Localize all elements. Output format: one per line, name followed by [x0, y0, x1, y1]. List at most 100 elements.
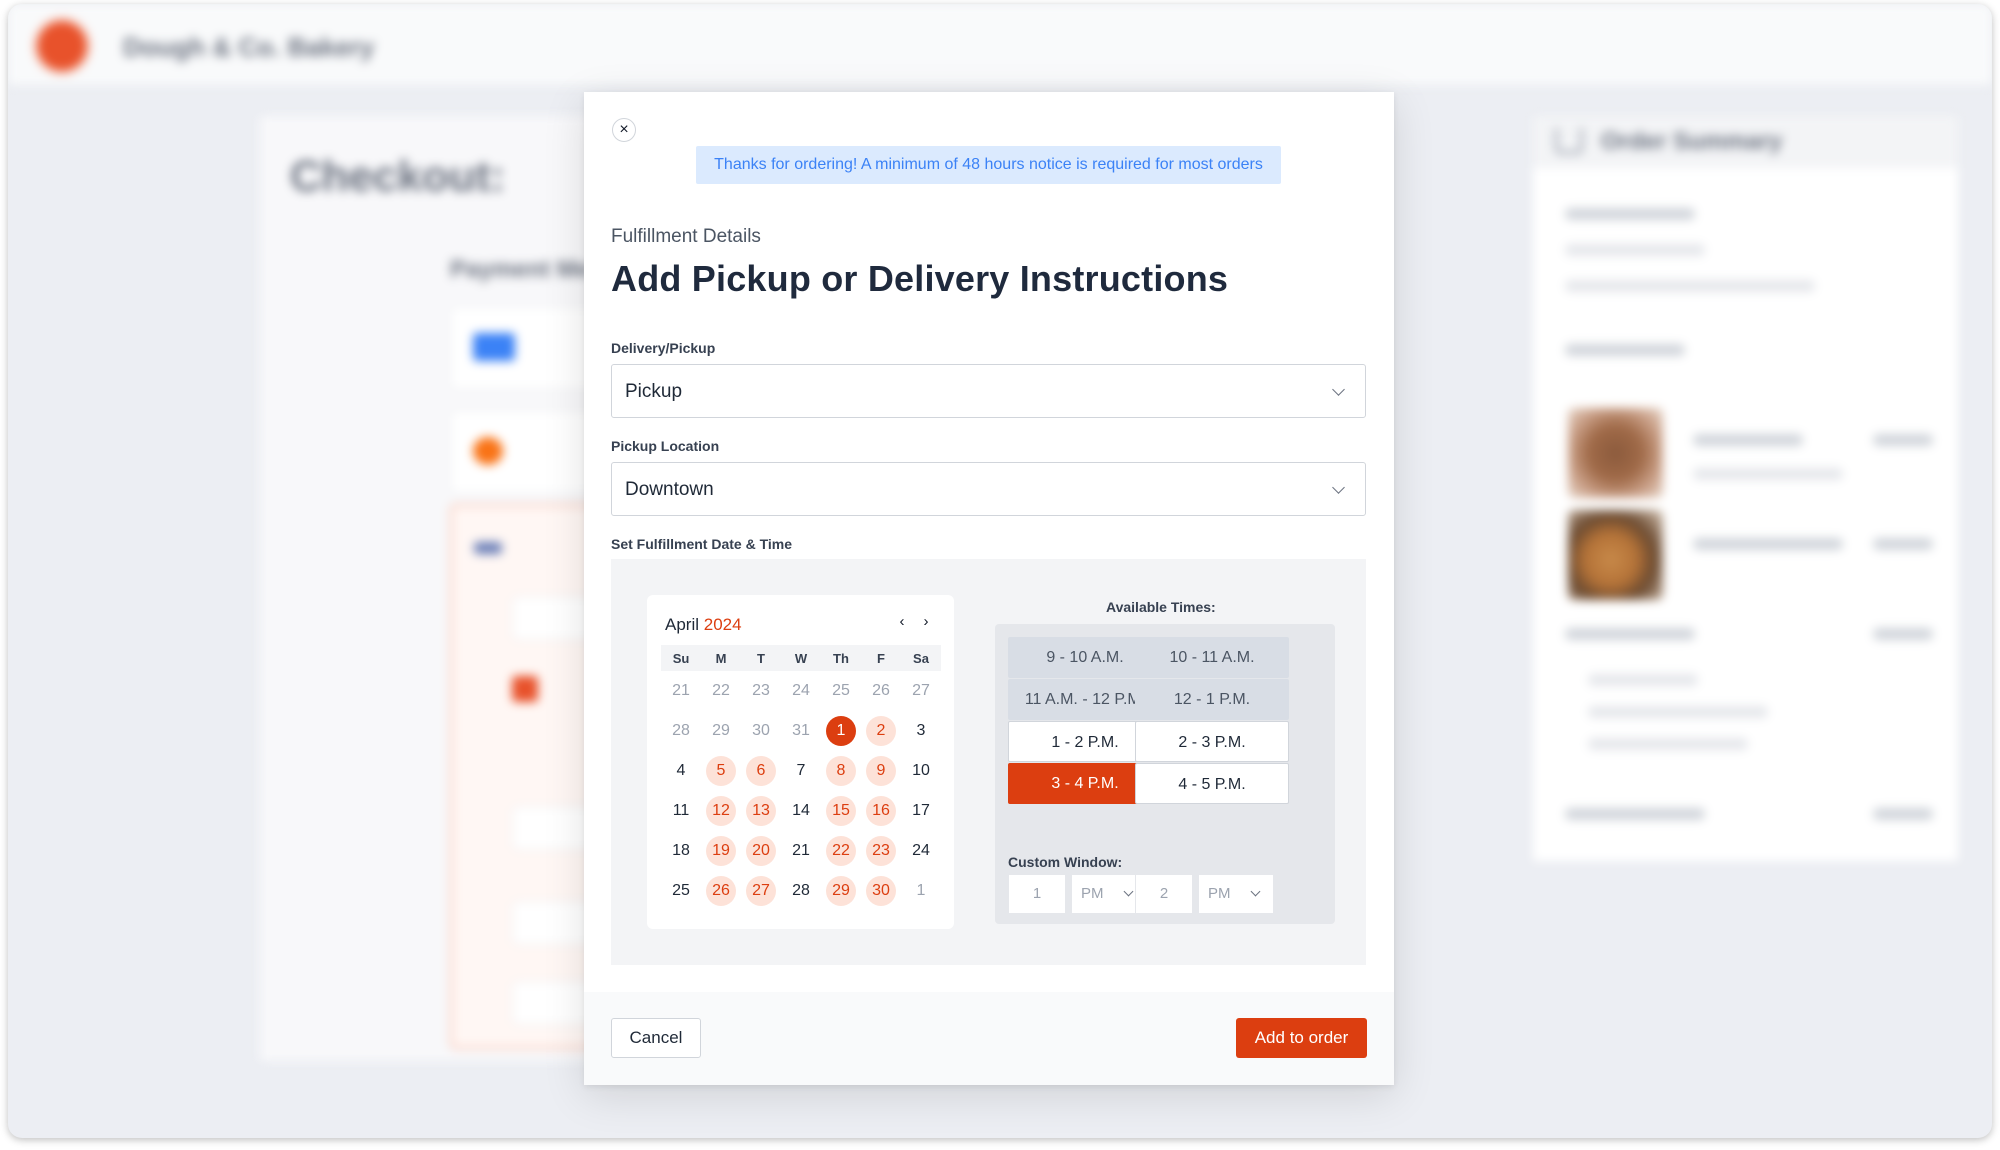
chevron-left-icon[interactable]: ‹ — [892, 613, 912, 633]
calendar-day: 24 — [781, 676, 821, 706]
pickup-location-value: Downtown — [625, 479, 714, 500]
delivery-pickup-select[interactable]: Pickup — [611, 364, 1366, 418]
calendar-day[interactable]: 26 — [701, 876, 741, 906]
weekday-label: Th — [833, 650, 849, 666]
weekday-label: F — [877, 650, 885, 666]
calendar-day-number: 30 — [866, 876, 896, 906]
calendar-day: 1 — [901, 876, 941, 906]
calendar-day-selected[interactable]: 1 — [821, 716, 861, 746]
chevron-down-icon — [1332, 383, 1345, 396]
page-title: Checkout: — [290, 152, 506, 201]
calendar-day-number: 16 — [866, 796, 896, 826]
order-summary-title: Order Summary — [1601, 128, 1783, 155]
calendar-day-number: 18 — [672, 842, 690, 859]
calendar-week-row: 18 19 20 21 22 23 24 — [661, 831, 941, 871]
blueberry-pie-image — [1568, 408, 1663, 498]
calendar-year: 2024 — [703, 615, 742, 634]
calendar-day[interactable]: 8 — [821, 756, 861, 786]
item-price-placeholder — [1873, 628, 1933, 640]
item-name-placeholder — [1693, 538, 1843, 550]
calendar-grid: Su M T W Th F Sa 21 22 23 24 25 26 27 28 29 30 31 1 2 3 4 5 6 7 8… — [661, 645, 941, 911]
calendar-day-number: 20 — [746, 836, 776, 866]
calendar-day[interactable]: 23 — [861, 836, 901, 866]
calendar-day-number: 11 — [672, 802, 690, 819]
calendar-day[interactable]: 15 — [821, 796, 861, 826]
weekday-label: M — [715, 650, 727, 666]
calendar-month-year: April 2024 — [665, 615, 742, 635]
order-summary-header: Order Summary — [1533, 116, 1958, 168]
chevron-right-icon[interactable]: › — [916, 613, 936, 633]
modal-footer: Cancel Add to order — [584, 992, 1394, 1085]
fulfillment-time-placeholder — [1565, 280, 1815, 292]
calendar-day-number: 6 — [746, 756, 776, 786]
time-slot-button[interactable]: 2 - 3 P.M. — [1135, 721, 1289, 762]
calendar-day-number: 29 — [826, 876, 856, 906]
calendar-day[interactable]: 16 — [861, 796, 901, 826]
calendar-day[interactable]: 30 — [861, 876, 901, 906]
custom-start-input[interactable]: 1 — [1008, 874, 1066, 914]
calendar-day[interactable]: 12 — [701, 796, 741, 826]
calendar: April 2024 ‹ › Su M T W Th F Sa 21 22 23 24 25 26 27 2… — [647, 595, 954, 929]
calendar-day: 11 — [661, 796, 701, 826]
calendar-day[interactable]: 22 — [821, 836, 861, 866]
delivery-pickup-label: Delivery/Pickup — [611, 340, 716, 356]
time-slot-button: 12 - 1 P.M. — [1135, 679, 1289, 720]
bakery-logo-icon — [38, 22, 86, 70]
checkbox-icon[interactable] — [512, 676, 538, 702]
custom-end-period-select[interactable]: PM — [1198, 874, 1274, 914]
calendar-day[interactable]: 29 — [821, 876, 861, 906]
calendar-day[interactable]: 5 — [701, 756, 741, 786]
item-price-placeholder — [1873, 434, 1933, 446]
calendar-day: 28 — [781, 876, 821, 906]
calendar-week-row: 4 5 6 7 8 9 10 — [661, 751, 941, 791]
calendar-day[interactable]: 6 — [741, 756, 781, 786]
calendar-day-number: 12 — [706, 796, 736, 826]
calendar-day-number: 28 — [672, 722, 690, 739]
delivery-pickup-value: Pickup — [625, 381, 683, 402]
calendar-week-row: 28 29 30 31 1 2 3 — [661, 711, 941, 751]
brand-name: Dough & Co. Bakery — [123, 32, 375, 62]
calendar-day-number: 29 — [712, 722, 730, 739]
top-bar: Dough & Co. Bakery — [8, 4, 1992, 86]
weekday-label: Sa — [913, 650, 929, 666]
cancel-button[interactable]: Cancel — [611, 1018, 701, 1058]
calendar-day-number: 1 — [826, 716, 856, 746]
calendar-day: 21 — [661, 676, 701, 706]
order-heading-placeholder — [1565, 344, 1685, 356]
calendar-day: 29 — [701, 716, 741, 746]
calendar-day-number: 31 — [792, 722, 810, 739]
modal-eyebrow: Fulfillment Details — [611, 226, 761, 247]
calendar-day: 14 — [781, 796, 821, 826]
calendar-day-number: 5 — [706, 756, 736, 786]
close-icon[interactable]: × — [612, 118, 636, 142]
custom-end-input[interactable]: 2 — [1135, 874, 1193, 914]
pickup-location-select[interactable]: Downtown — [611, 462, 1366, 516]
calendar-day: 22 — [701, 676, 741, 706]
mastercard-icon — [473, 437, 503, 465]
calendar-day: 25 — [661, 876, 701, 906]
calendar-day[interactable]: 19 — [701, 836, 741, 866]
custom-start-period-value: PM — [1081, 885, 1104, 902]
item-name-placeholder — [1693, 434, 1803, 446]
calendar-weekday-row: Su M T W Th F Sa — [661, 645, 941, 671]
calendar-day: 17 — [901, 796, 941, 826]
add-to-order-button[interactable]: Add to order — [1236, 1018, 1367, 1058]
notice-banner: Thanks for ordering! A minimum of 48 hou… — [696, 146, 1281, 184]
datetime-panel: April 2024 ‹ › Su M T W Th F Sa 21 22 23 24 25 26 27 2… — [611, 559, 1366, 965]
calendar-day[interactable]: 27 — [741, 876, 781, 906]
calendar-day[interactable]: 20 — [741, 836, 781, 866]
calendar-day: 25 — [821, 676, 861, 706]
weekday-label: T — [757, 650, 765, 666]
calendar-day: 27 — [901, 676, 941, 706]
calendar-day: 31 — [781, 716, 821, 746]
calendar-day: 30 — [741, 716, 781, 746]
calendar-day[interactable]: 9 — [861, 756, 901, 786]
weekday-label: Su — [672, 650, 690, 666]
item-name-placeholder — [1565, 628, 1695, 640]
calendar-day-number: 15 — [826, 796, 856, 826]
time-slot-button: 10 - 11 A.M. — [1135, 637, 1289, 678]
calendar-day[interactable]: 2 — [861, 716, 901, 746]
time-slot-button[interactable]: 4 - 5 P.M. — [1135, 763, 1289, 804]
calendar-day[interactable]: 13 — [741, 796, 781, 826]
sub-item-placeholder — [1588, 738, 1748, 750]
